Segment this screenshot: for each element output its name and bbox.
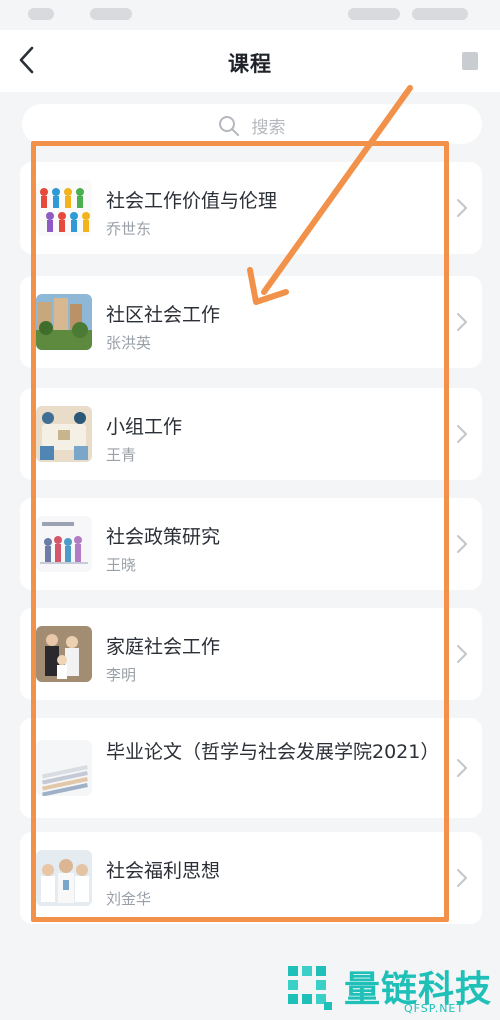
chevron-right-icon xyxy=(457,199,467,217)
course-title: 社会福利思想 xyxy=(106,860,221,882)
course-item[interactable]: 家庭社会工作 李明 xyxy=(20,608,482,700)
course-item[interactable]: 小组工作 王青 xyxy=(20,388,482,480)
chevron-right-icon xyxy=(457,425,467,443)
course-teacher: 王青 xyxy=(106,446,137,464)
course-teacher: 李明 xyxy=(106,666,137,684)
course-item[interactable]: 社会福利思想 刘金华 xyxy=(20,832,482,924)
watermark: 量链科技 QFSP.NET xyxy=(282,958,498,1018)
course-title: 家庭社会工作 xyxy=(106,636,221,658)
page-title: 课程 xyxy=(228,52,272,76)
course-title: 社会政策研究 xyxy=(106,526,221,548)
course-teacher: 乔世东 xyxy=(106,220,152,238)
course-teacher: 王晓 xyxy=(106,556,137,574)
course-thumbnail xyxy=(36,516,92,572)
course-thumbnail xyxy=(36,294,92,350)
chevron-right-icon xyxy=(457,313,467,331)
status-battery-blur xyxy=(412,8,468,20)
status-bar xyxy=(0,0,500,30)
status-carrier-blur xyxy=(90,8,132,20)
course-teacher: 刘金华 xyxy=(106,890,152,908)
course-item[interactable]: 社会工作价值与伦理 乔世东 xyxy=(20,162,482,254)
nav-header: 课程 xyxy=(0,30,500,92)
course-thumbnail xyxy=(36,850,92,906)
chevron-right-icon xyxy=(457,759,467,777)
search-input[interactable]: 搜索 xyxy=(22,104,482,144)
course-title: 小组工作 xyxy=(106,416,183,438)
chevron-right-icon xyxy=(457,645,467,663)
status-time-blur xyxy=(28,8,54,20)
course-title: 社会工作价值与伦理 xyxy=(106,190,278,212)
page: 课程 搜索 社会工作价值与伦理 乔世东 社区社会工作 张洪英 小组工作 王青 社… xyxy=(0,0,500,1020)
brand-logo-icon xyxy=(288,966,332,1010)
more-icon[interactable] xyxy=(462,52,478,70)
course-title: 毕业论文（哲学与社会发展学院2021） xyxy=(106,741,440,763)
course-thumbnail xyxy=(36,626,92,682)
search-placeholder: 搜索 xyxy=(251,118,286,138)
course-thumbnail xyxy=(36,740,92,796)
course-item[interactable]: 社会政策研究 王晓 xyxy=(20,498,482,590)
chevron-right-icon xyxy=(457,869,467,887)
course-item[interactable]: 社区社会工作 张洪英 xyxy=(20,276,482,368)
watermark-domain: QFSP.NET xyxy=(404,1002,465,1015)
course-title: 社区社会工作 xyxy=(106,304,221,326)
course-item[interactable]: 毕业论文（哲学与社会发展学院2021） xyxy=(20,718,482,818)
status-signal-blur xyxy=(348,8,400,20)
chevron-right-icon xyxy=(457,535,467,553)
course-teacher: 张洪英 xyxy=(106,334,152,352)
course-thumbnail xyxy=(36,180,92,236)
course-thumbnail xyxy=(36,406,92,462)
search-icon xyxy=(219,115,240,136)
